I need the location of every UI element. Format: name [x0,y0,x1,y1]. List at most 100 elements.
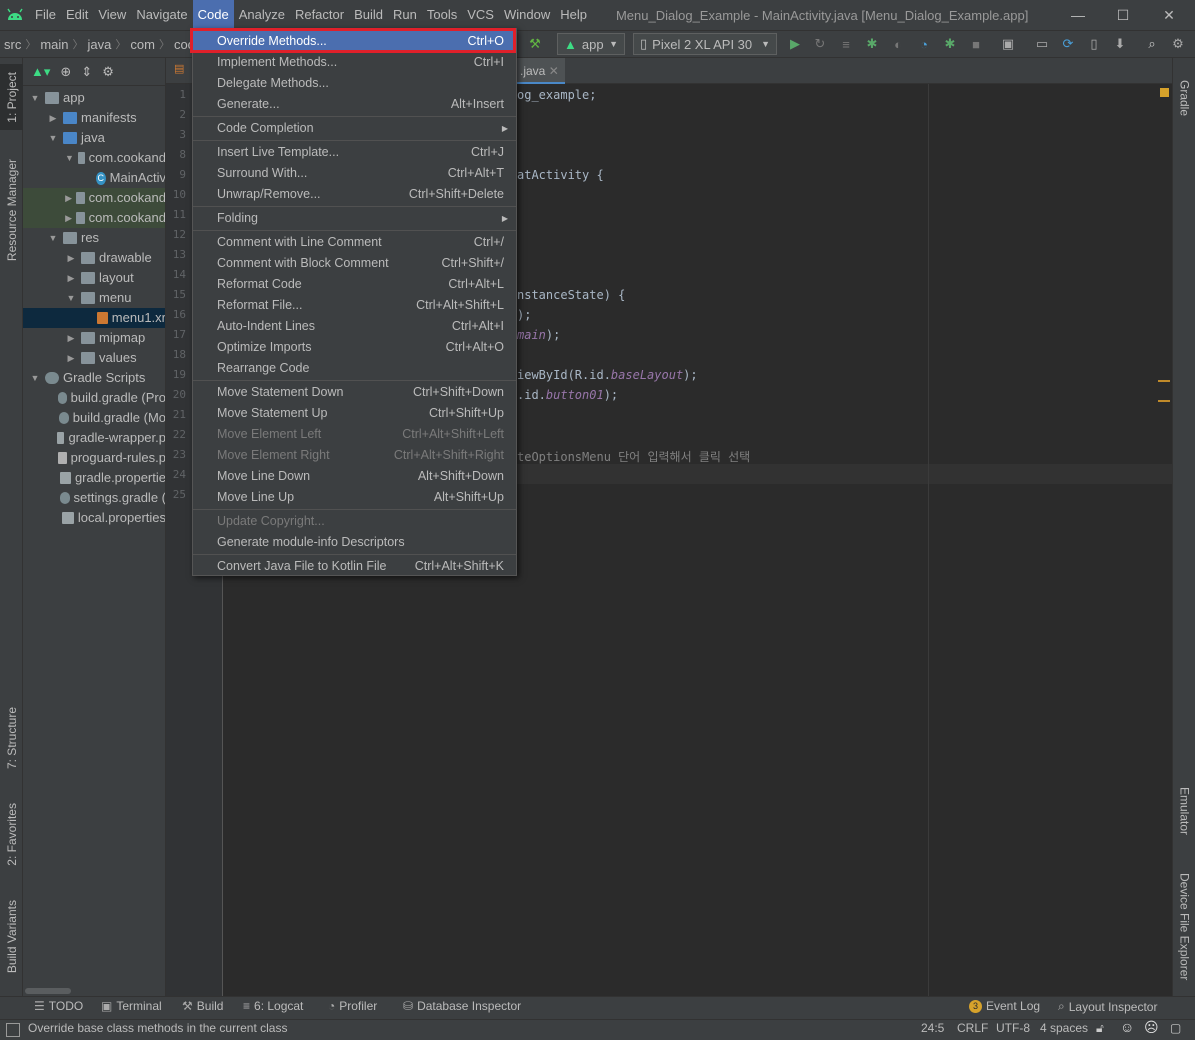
stop-icon[interactable]: ■ [966,34,986,54]
menu-item-move-statement-down[interactable]: Move Statement Down Ctrl+Shift+Down [193,382,516,403]
menu-view[interactable]: View [93,0,131,30]
avd-manager-icon[interactable]: ▭ [1032,34,1052,54]
menu-item-optimize-imports[interactable]: Optimize Imports Ctrl+Alt+O [193,337,516,358]
line-separator[interactable]: CRLF [957,1021,988,1035]
tab-build-variants[interactable]: Build Variants [0,892,23,982]
menu-item-rearrange-code[interactable]: Rearrange Code [193,358,516,379]
menu-item-implement-methods[interactable]: Implement Methods... Ctrl+I [193,52,516,73]
menu-item-delegate-methods[interactable]: Delegate Methods... [193,73,516,94]
tab-database-inspector[interactable]: ⛁ Database Inspector [403,999,521,1013]
make-project-icon[interactable]: ⚒ [525,34,545,54]
tab-build[interactable]: ⚒ Build [182,999,223,1013]
tree-item[interactable]: ▼ Gradle Scripts [23,368,165,388]
breadcrumb-src[interactable]: src [0,37,25,52]
tree-item[interactable]: build.gradle (Pro [23,388,165,408]
menu-item-surround-with[interactable]: Surround With... Ctrl+Alt+T [193,163,516,184]
horizontal-scrollbar[interactable] [25,988,71,994]
tree-item[interactable]: ▼ app [23,88,165,108]
close-button[interactable]: ✕ [1146,0,1192,30]
file-encoding[interactable]: UTF-8 [996,1021,1030,1035]
tab-resource-manager[interactable]: Resource Manager [0,150,23,270]
lock-icon[interactable]: 🔓︎ [1096,1021,1104,1036]
code-line[interactable]: og_example; [517,88,596,102]
tab-gradle[interactable]: Gradle [1173,68,1195,128]
tree-item[interactable]: ▶ values [23,348,165,368]
debug-icon[interactable]: ✱ [862,34,882,54]
chevron-right-icon[interactable]: ▶ [65,248,77,268]
minimize-button[interactable]: — [1055,0,1101,30]
tab-mainactivity[interactable]: .java ✕ [514,58,565,84]
indent-setting[interactable]: 4 spaces [1040,1021,1088,1035]
chevron-down-icon[interactable]: ▼ [47,228,59,248]
chevron-right-icon[interactable]: ▶ [65,328,77,348]
run-icon[interactable]: ▶ [785,34,805,54]
breadcrumb-main[interactable]: main [36,37,72,52]
tab-profiler[interactable]: ◔ Profiler [328,999,377,1013]
chevron-down-icon[interactable]: ▼ [29,88,41,108]
tree-item[interactable]: ▶ com.cookand [23,188,165,208]
warning-marker-icon[interactable] [1160,88,1169,97]
code-line[interactable]: main); [517,328,560,342]
frowny-icon[interactable]: ☹ [1144,1019,1159,1036]
android-view-icon[interactable]: ▲▾ [31,64,50,80]
tree-item[interactable]: gradle-wrapper.p [23,428,165,448]
collapse-all-icon[interactable]: ⇕ [81,64,92,80]
tab-project[interactable]: 1: Project [0,64,23,130]
menu-item-generate-module-info-descriptors[interactable]: Generate module-info Descriptors [193,532,516,553]
sdk-manager-icon[interactable]: ▯ [1084,34,1104,54]
tree-item[interactable]: settings.gradle ( [23,488,165,508]
chevron-right-icon[interactable]: ▶ [47,108,59,128]
notifications-icon[interactable]: ▢ [1170,1021,1181,1035]
menu-item-move-line-up[interactable]: Move Line Up Alt+Shift+Up [193,487,516,508]
tree-item[interactable]: gradle.propertie [23,468,165,488]
gear-icon[interactable]: ⚙ [102,64,114,80]
menu-help[interactable]: Help [555,0,592,30]
tree-item[interactable]: ▼ com.cookand [23,148,165,168]
tab-logcat[interactable]: ≡ 6: Logcat [243,999,303,1013]
breadcrumb-com[interactable]: com [126,37,159,52]
run-config-select[interactable]: ▲ app ▼ [557,33,625,55]
menu-vcs[interactable]: VCS [462,0,499,30]
plugins-icon[interactable]: ⬇ [1110,34,1130,54]
tab-favorites[interactable]: 2: Favorites [0,794,23,874]
menu-build[interactable]: Build [349,0,388,30]
attach-debugger-icon[interactable]: ◐ [888,34,908,54]
menu-item-reformat-code[interactable]: Reformat Code Ctrl+Alt+L [193,274,516,295]
menu-navigate[interactable]: Navigate [131,0,192,30]
menu-tools[interactable]: Tools [422,0,462,30]
tree-item[interactable]: ▶ manifests [23,108,165,128]
code-line[interactable]: atActivity { [517,168,604,182]
error-stripe-mark[interactable] [1158,380,1170,382]
tree-item[interactable]: ▶ layout [23,268,165,288]
tree-item[interactable]: ▶ com.cookand [23,208,165,228]
maximize-button[interactable]: ☐ [1100,0,1146,30]
settings-icon[interactable]: ⚙ [1168,34,1188,54]
tree-item[interactable]: local.properties [23,508,165,528]
tab-structure[interactable]: 7: Structure [0,698,23,778]
project-structure-icon[interactable]: ▣ [998,34,1018,54]
menu-item-insert-live-template[interactable]: Insert Live Template... Ctrl+J [193,142,516,163]
chevron-down-icon[interactable]: ▼ [65,288,77,308]
chevron-down-icon[interactable]: ▼ [47,128,59,148]
tab-device-file-explorer[interactable]: Device File Explorer [1173,864,1195,990]
tab-event-log[interactable]: 3 Event Log [969,999,1040,1013]
error-stripe-mark[interactable] [1158,400,1170,402]
chevron-right-icon[interactable]: ▶ [65,188,72,208]
code-line[interactable]: nstanceState) { [517,288,625,302]
menu-refactor[interactable]: Refactor [290,0,349,30]
apply-changes-icon[interactable]: ↻ [810,34,830,54]
tree-item[interactable]: ▶ drawable [23,248,165,268]
chevron-right-icon[interactable]: ▶ [65,268,77,288]
tree-item[interactable]: ▼ java [23,128,165,148]
tree-item[interactable]: C MainActiv [23,168,165,188]
tab-layout-inspector[interactable]: ⌕ Layout Inspector [1058,999,1157,1014]
menu-analyze[interactable]: Analyze [234,0,290,30]
menu-item-folding[interactable]: Folding ▶ [193,208,516,229]
menu-item-comment-with-line-comment[interactable]: Comment with Line Comment Ctrl+/ [193,232,516,253]
tree-item[interactable]: ▼ menu [23,288,165,308]
breadcrumb-java[interactable]: java [84,37,116,52]
tree-item[interactable]: build.gradle (Mo [23,408,165,428]
tab-terminal[interactable]: ▣ Terminal [101,999,162,1013]
tree-item[interactable]: proguard-rules.p [23,448,165,468]
menu-item-comment-with-block-comment[interactable]: Comment with Block Comment Ctrl+Shift+/ [193,253,516,274]
